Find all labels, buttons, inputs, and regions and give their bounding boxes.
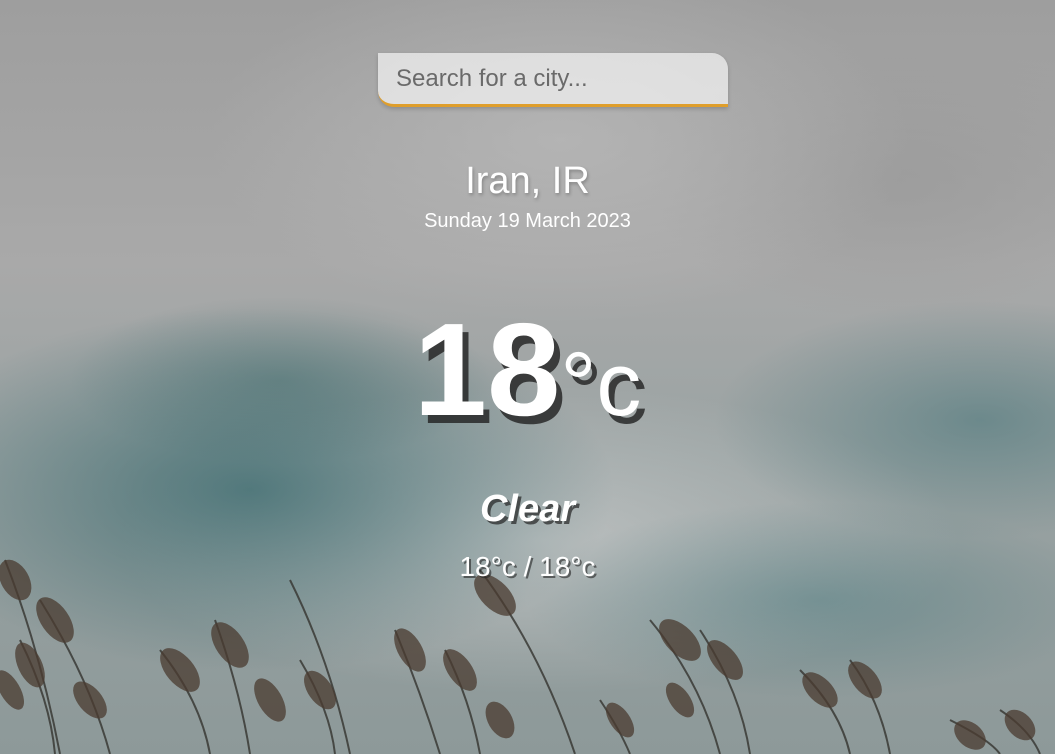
weather-condition: Clear — [479, 488, 576, 530]
temperature-unit: °c — [560, 335, 642, 435]
current-temperature: 18°c — [0, 300, 1055, 455]
high-low-temperature: 18°c / 18°c — [459, 551, 596, 582]
weather-app: Iran, IR Sunday 19 March 2023 18°c Clear… — [0, 0, 1055, 754]
search-input[interactable] — [378, 53, 728, 107]
temperature-value: 18 — [413, 296, 561, 443]
city-name: Iran, IR — [465, 160, 590, 202]
current-date: Sunday 19 March 2023 — [424, 210, 631, 232]
